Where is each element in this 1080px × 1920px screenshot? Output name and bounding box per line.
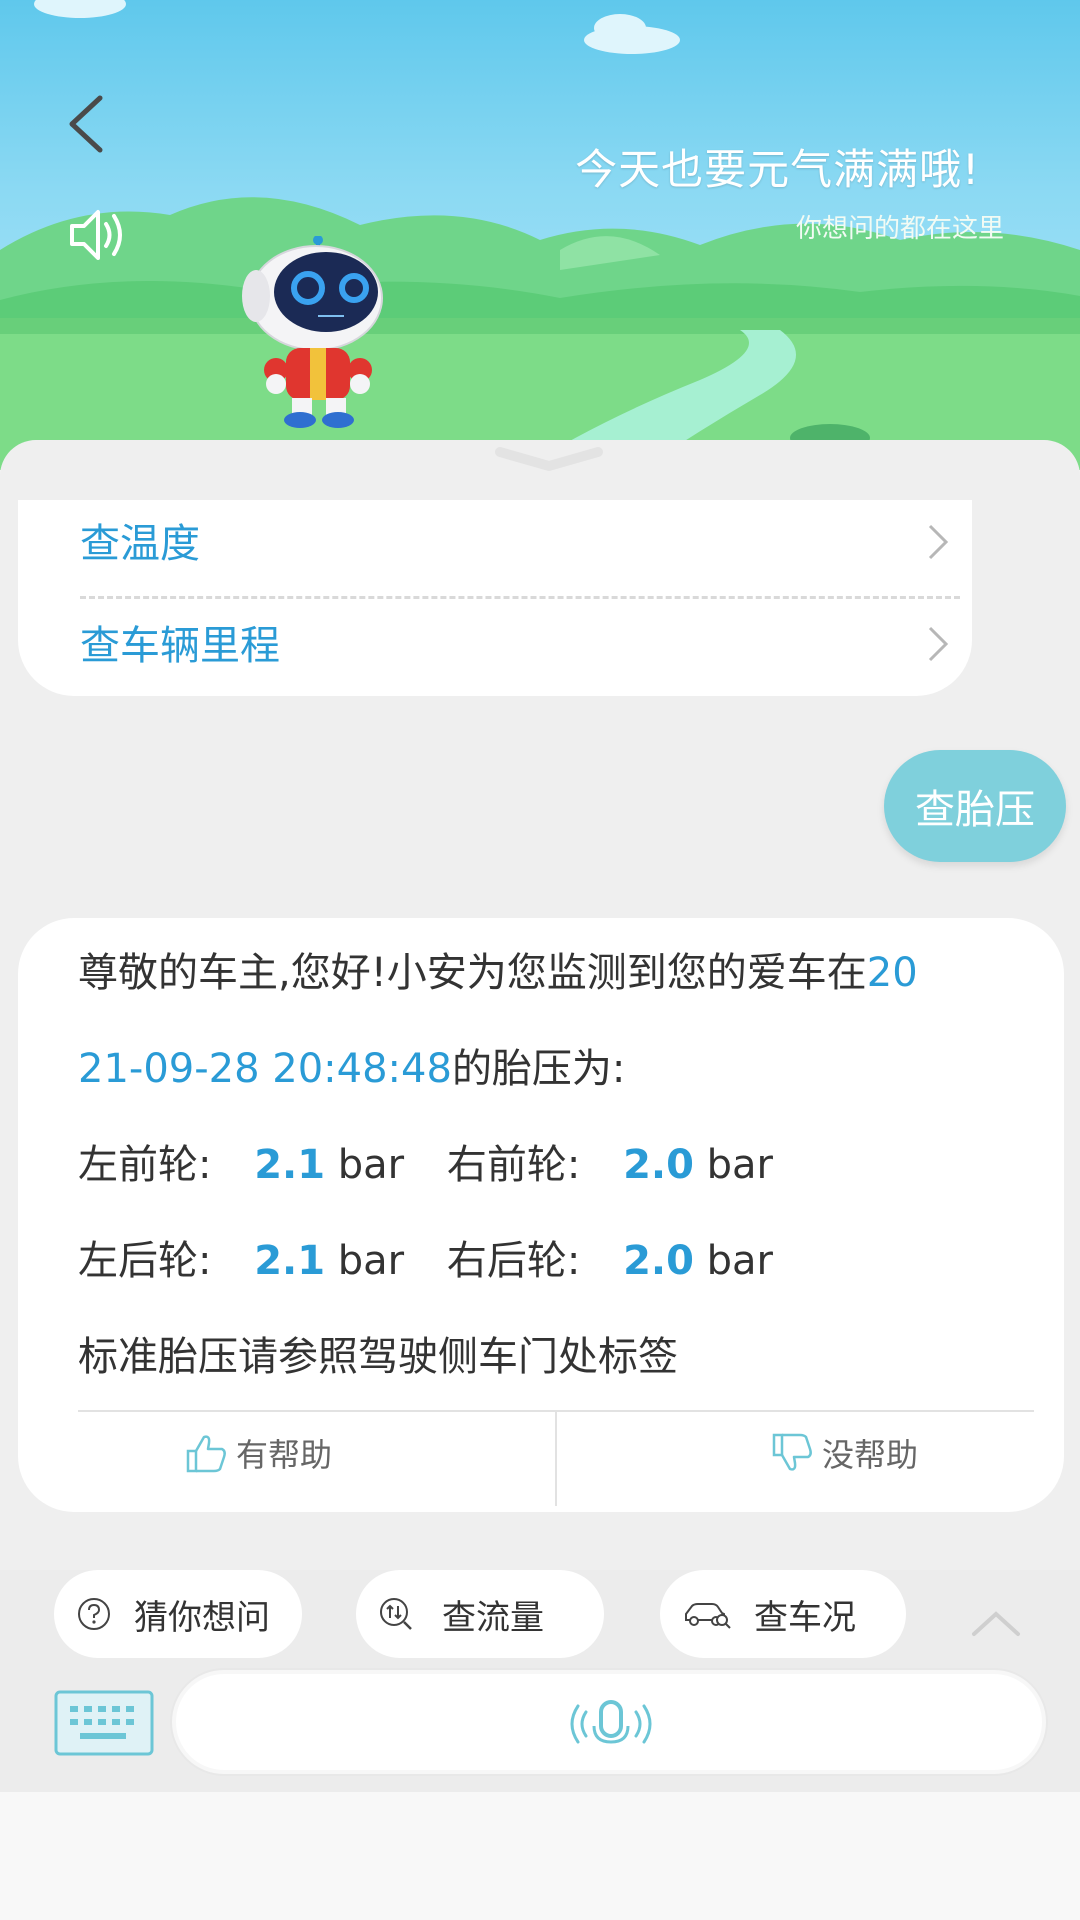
front-right-value: 2.0 [623, 1142, 694, 1188]
data-flow-icon [380, 1598, 412, 1630]
chip-check-vehicle-condition[interactable]: 查车况 [660, 1570, 906, 1658]
chevron-right-icon [928, 524, 949, 560]
rear-left-label: 左后轮: [78, 1238, 212, 1284]
rear-right-value: 2.0 [623, 1238, 694, 1284]
chip-label: 查流量 [442, 1597, 544, 1638]
thumbs-down-icon [772, 1433, 812, 1471]
user-message-bubble: 查胎压 [884, 750, 1066, 862]
bottom-quick-bar: 猜你想问 查流量 查车况 [0, 1570, 1080, 1792]
unit-label: bar [337, 1238, 405, 1284]
header-banner: 今天也要元气满满哦! 你想问的都在这里 [0, 0, 1080, 470]
menu-item-label: 查温度 [80, 521, 200, 567]
car-search-icon [685, 1603, 731, 1629]
voice-input-button[interactable] [172, 1670, 1046, 1774]
answer-intro-line: 尊敬的车主,您好!小安为您监测到您的爱车在20 [78, 948, 918, 998]
unit-label: bar [706, 1142, 773, 1188]
unit-label: bar [706, 1238, 773, 1284]
bottom-blank-area [0, 1792, 1080, 1920]
microphone-icon [570, 1700, 652, 1744]
rear-left-value: 2.1 [254, 1238, 326, 1284]
front-tires-line: 左前轮: 2.1 bar 右前轮: 2.0 bar [78, 1140, 773, 1190]
menu-item-temperature[interactable]: 查温度 [80, 500, 960, 580]
answer-date-part1: 20 [866, 950, 918, 996]
chip-label: 查车况 [754, 1597, 856, 1638]
rear-right-label: 右后轮: [446, 1238, 581, 1284]
not-helpful-label: 没帮助 [822, 1436, 919, 1474]
front-left-value: 2.1 [254, 1142, 326, 1188]
back-button[interactable] [60, 92, 116, 156]
slogan-title: 今天也要元气满满哦! [575, 145, 980, 194]
menu-item-mileage[interactable]: 查车辆里程 [80, 602, 960, 682]
chat-panel: 查温度 查车辆里程 查胎压 尊敬的车主,您好!小安为您监测到您的爱车在20 21… [0, 440, 1080, 1570]
expand-up-icon[interactable] [970, 1606, 1022, 1640]
suggestion-menu-card: 查温度 查车辆里程 [18, 500, 972, 696]
rear-tires-line: 左后轮: 2.1 bar 右后轮: 2.0 bar [78, 1236, 773, 1286]
menu-item-label: 查车辆里程 [80, 623, 280, 669]
answer-date-line: 21-09-28 20:48:48的胎压为: [78, 1044, 625, 1094]
robot-mascot-avatar [242, 236, 383, 428]
not-helpful-button[interactable]: 没帮助 [770, 1418, 918, 1488]
menu-divider [80, 596, 960, 599]
answer-date-part2: 21-09-28 20:48:48 [78, 1046, 452, 1092]
chip-guess-question[interactable]: 猜你想问 [54, 1570, 302, 1658]
chevron-right-icon [928, 626, 949, 662]
question-circle-icon [78, 1598, 110, 1630]
answer-intro-text: 尊敬的车主,您好!小安为您监测到您的爱车在 [78, 950, 867, 996]
answer-note: 标准胎压请参照驾驶侧车门处标签 [78, 1334, 678, 1380]
front-right-label: 右前轮: [446, 1142, 581, 1188]
chip-check-data-usage[interactable]: 查流量 [356, 1570, 604, 1658]
slogan-subtitle: 你想问的都在这里 [795, 214, 1004, 244]
unit-label: bar [337, 1142, 405, 1188]
front-left-label: 左前轮: [78, 1142, 212, 1188]
bot-answer-card: 尊敬的车主,您好!小安为您监测到您的爱车在20 21-09-28 20:48:4… [18, 918, 1064, 1512]
speaker-icon[interactable] [66, 200, 136, 270]
keyboard-icon[interactable] [54, 1690, 154, 1756]
thumbs-up-icon [186, 1435, 226, 1473]
helpful-button[interactable]: 有帮助 [184, 1418, 332, 1488]
helpful-label: 有帮助 [236, 1436, 333, 1474]
feedback-separator [555, 1412, 557, 1506]
answer-intro-suffix: 的胎压为: [451, 1046, 626, 1092]
panel-collapse-handle[interactable] [494, 446, 604, 472]
chip-label: 猜你想问 [134, 1597, 270, 1638]
